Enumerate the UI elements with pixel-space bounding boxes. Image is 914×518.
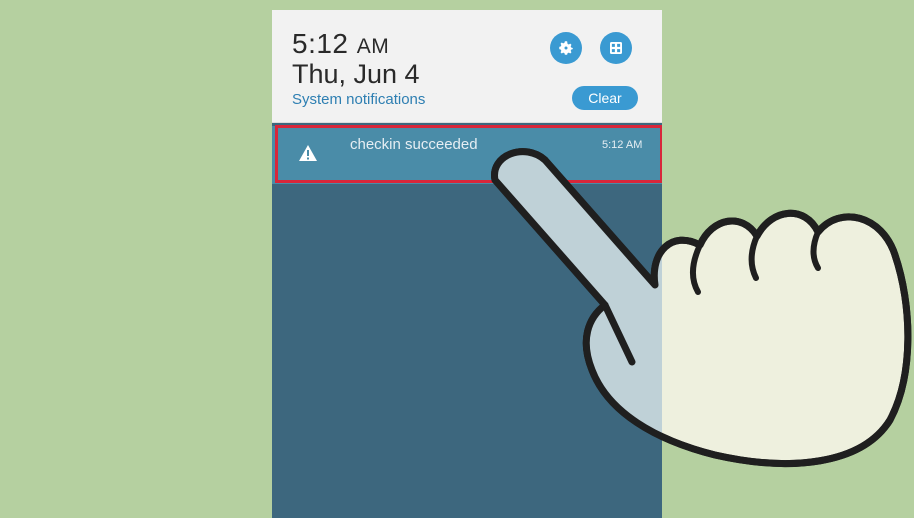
gear-icon [559,41,573,55]
settings-button[interactable] [550,32,582,64]
shade-header: 5:12 AM Thu, Jun 4 System notifications … [272,10,662,123]
system-notifications-label: System notifications [292,91,426,108]
clear-button[interactable]: Clear [572,86,638,110]
notification-title: checkin succeeded [350,136,478,153]
notification-time: 5:12 AM [602,139,643,151]
notification-shade: 5:12 AM Thu, Jun 4 System notifications … [272,10,662,518]
time-ampm: AM [356,35,390,58]
status-time: 5:12 AM [292,29,389,62]
status-date: Thu, Jun 4 [292,59,420,89]
notification-highlight [275,125,662,183]
quick-settings-button[interactable] [600,32,632,64]
time-value: 5:12 [292,28,349,59]
quick-settings-icon [610,42,622,54]
warning-icon [299,145,317,161]
